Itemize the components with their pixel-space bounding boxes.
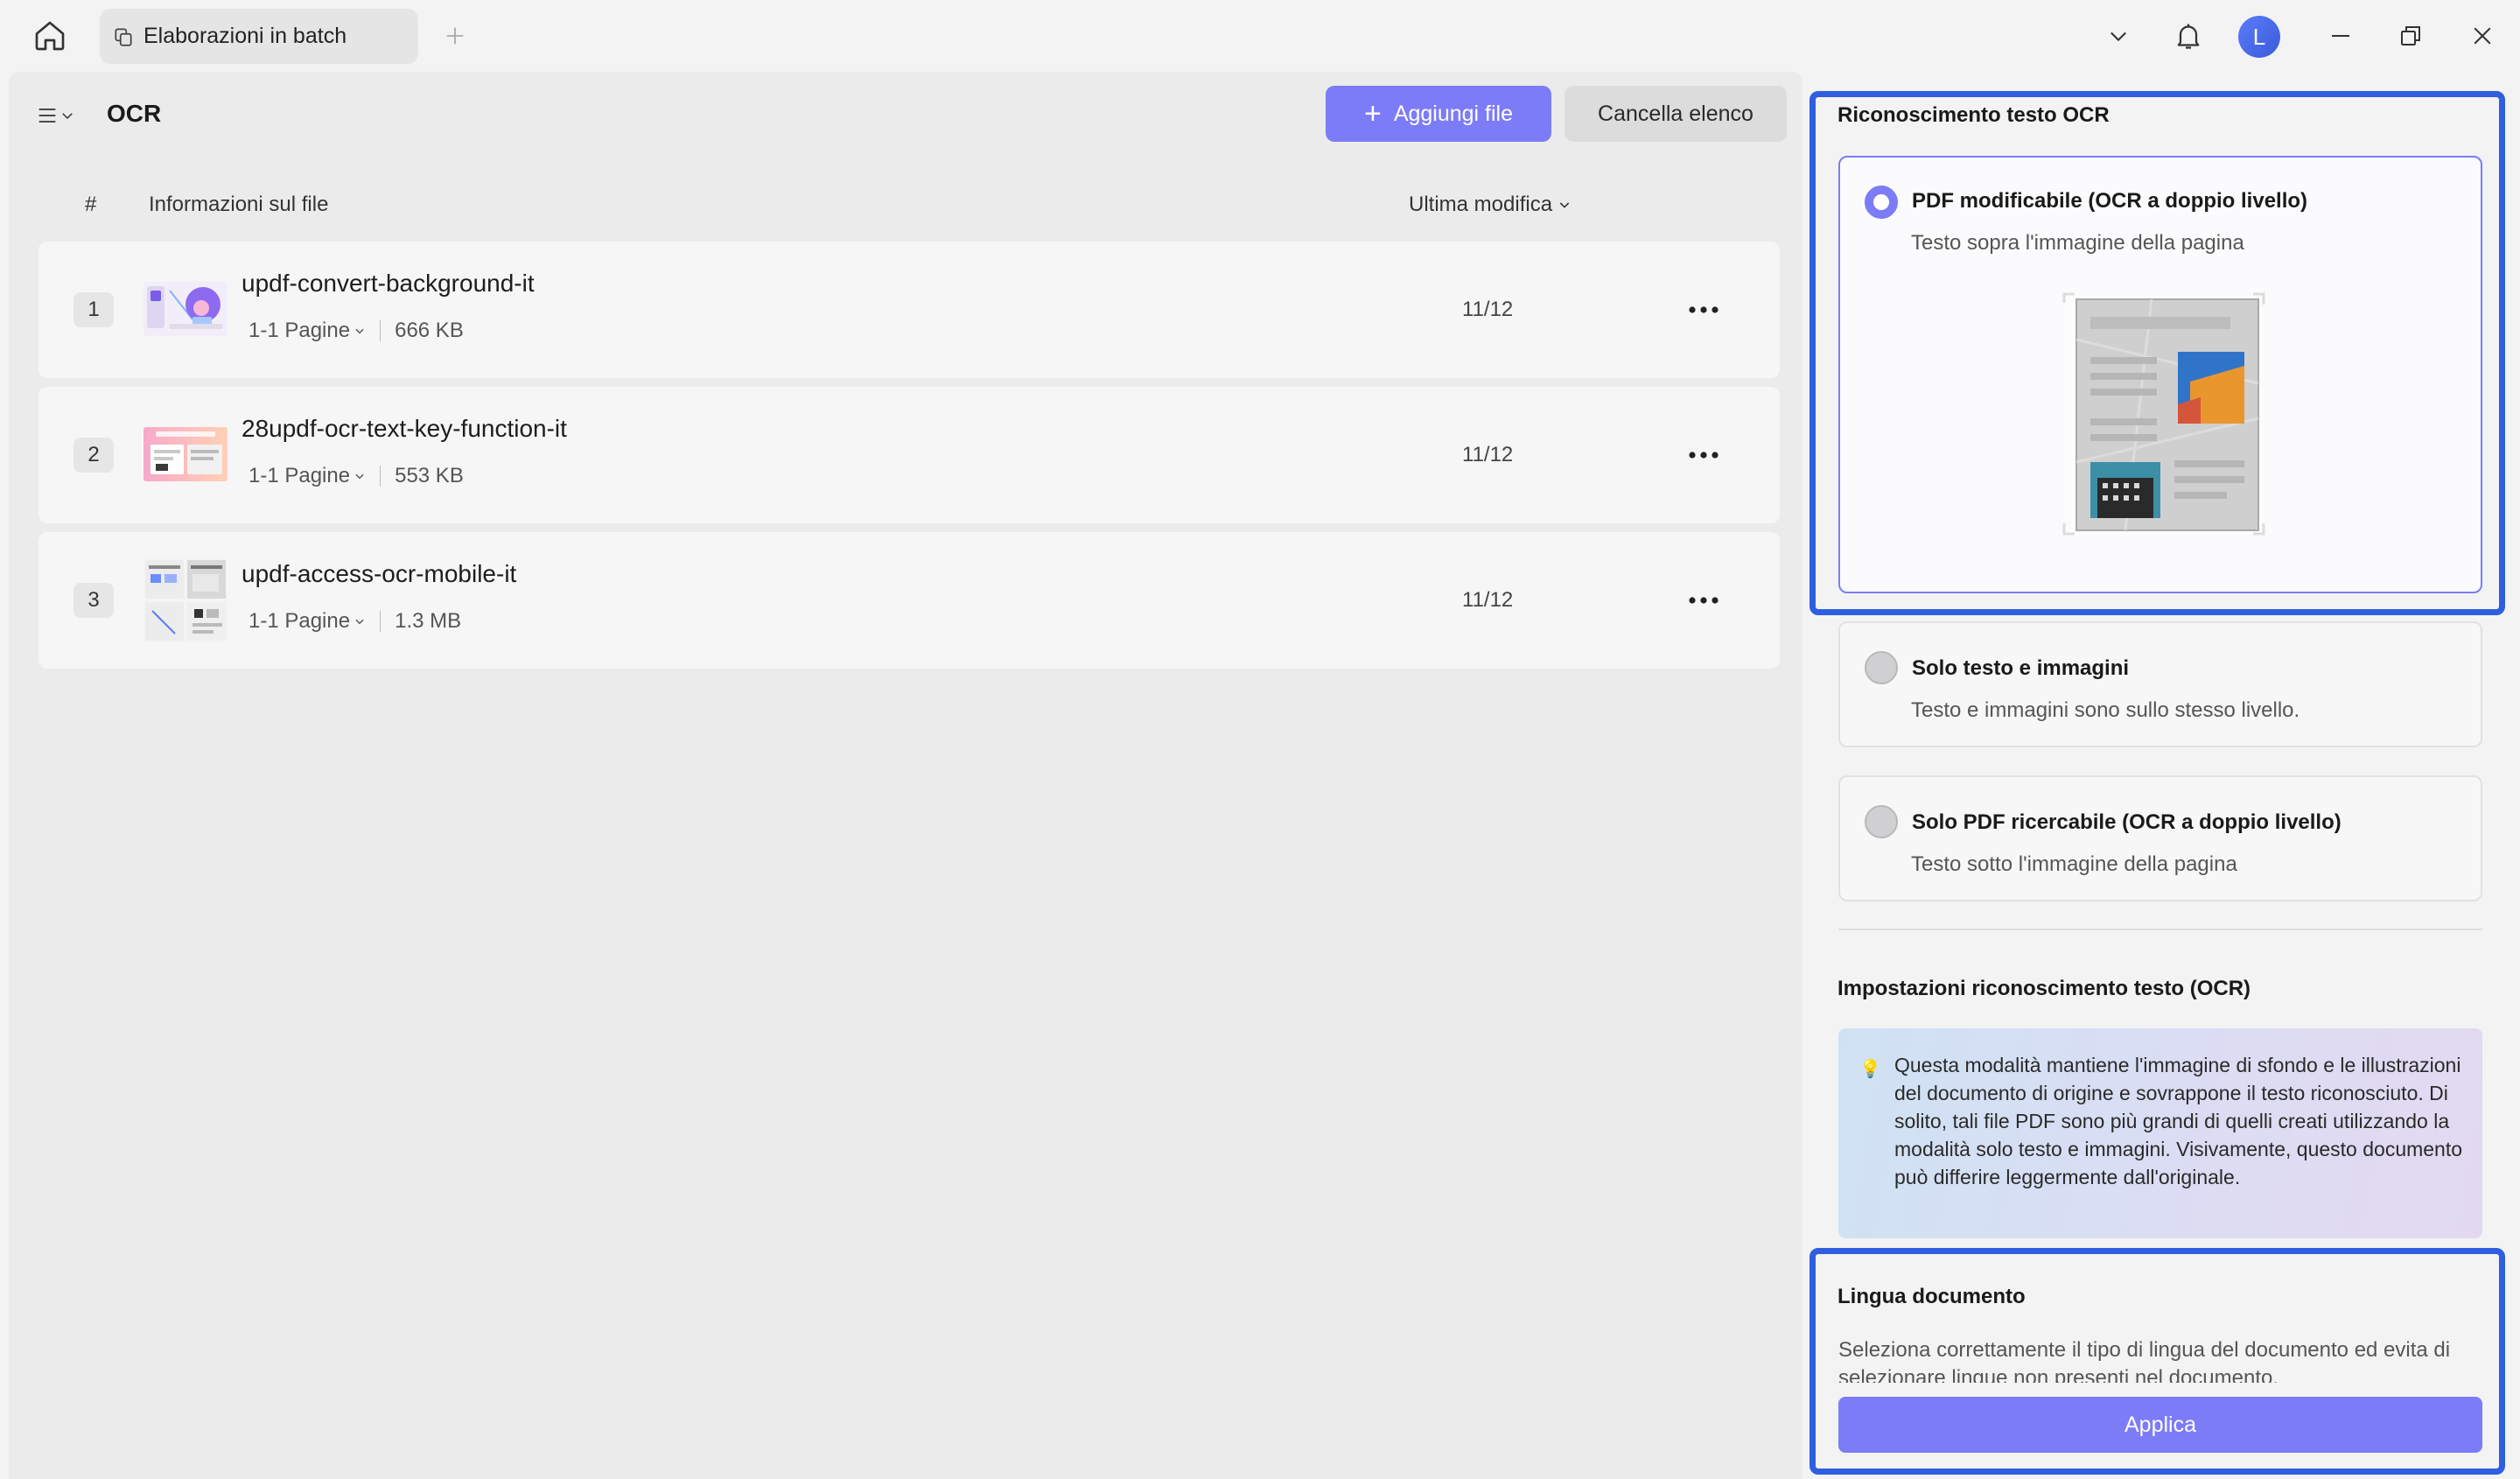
ocr-settings-title: Impostazioni riconoscimento testo (OCR) [1838, 977, 2251, 1000]
close-icon [2474, 27, 2491, 45]
bell-icon [2177, 24, 2200, 49]
more-icon [1689, 452, 1718, 459]
ocr-section-title: Riconoscimento testo OCR [1838, 103, 2110, 127]
radio-button[interactable] [1865, 805, 1898, 838]
header-file-info: Informazioni sul file [149, 193, 329, 216]
option-editable-pdf[interactable]: PDF modificabile (OCR a doppio livello) … [1838, 156, 2482, 593]
file-date: 11/12 [1462, 443, 1514, 466]
mode-info-text: Questa modalità mantiene l'immagine di s… [1894, 1054, 2463, 1188]
file-name: updf-convert-background-it [242, 270, 535, 297]
file-name: 28updf-ocr-text-key-function-it [242, 415, 567, 442]
add-file-button[interactable]: + Aggiungi file [1326, 86, 1551, 142]
file-list-panel: OCR + Aggiungi file Cancella elenco # In… [9, 72, 1802, 1479]
file-date: 11/12 [1462, 298, 1514, 321]
file-size: 666 KB [395, 319, 464, 342]
batch-icon [115, 27, 132, 46]
file-date: 11/12 [1462, 588, 1514, 612]
language-description: Seleziona correttamente il tipo di lingu… [1838, 1338, 2451, 1383]
more-options-button[interactable] [1682, 583, 1726, 618]
meta-divider [380, 320, 382, 341]
more-icon [1689, 306, 1718, 313]
meta-divider [380, 466, 382, 487]
close-button[interactable] [2460, 16, 2504, 56]
file-thumbnail [144, 427, 228, 481]
home-button[interactable] [28, 16, 72, 56]
plus-icon: + [1363, 97, 1382, 130]
file-thumbnail [144, 558, 228, 642]
page-range-dropdown[interactable]: 1-1 Pagine [248, 319, 366, 343]
chevron-down-icon [2110, 32, 2126, 42]
chevron-down-icon [355, 328, 364, 334]
section-divider [1838, 929, 2482, 930]
plus-icon [446, 27, 464, 45]
file-size: 553 KB [395, 464, 464, 487]
chevron-down-icon [355, 473, 364, 480]
apply-button[interactable]: Applica [1838, 1397, 2482, 1453]
option-searchable-pdf[interactable]: Solo PDF ricercabile (OCR a doppio livel… [1838, 775, 2482, 901]
layered-document-illustration [2062, 292, 2265, 536]
file-row[interactable]: 2 28updf-ocr-text-key-function-it 1-1 Pa… [38, 387, 1780, 523]
page-range-label: 1-1 Pagine [248, 319, 351, 342]
option-title: Solo testo e immagini [1912, 656, 2130, 680]
tab-label: Elaborazioni in batch [144, 24, 347, 48]
tabs-dropdown-button[interactable] [2096, 16, 2140, 56]
tab-batch[interactable]: Elaborazioni in batch [100, 9, 418, 64]
header-number: # [85, 193, 97, 216]
restore-button[interactable] [2389, 16, 2432, 56]
page-title: OCR [107, 100, 162, 127]
notifications-button[interactable] [2166, 16, 2210, 56]
meta-divider [380, 611, 382, 632]
page-range-dropdown[interactable]: 1-1 Pagine [248, 609, 366, 634]
menu-button[interactable] [35, 96, 84, 135]
radio-button-selected[interactable] [1865, 186, 1898, 219]
chevron-down-icon [1559, 202, 1570, 208]
home-icon [35, 21, 65, 51]
file-meta: 1-1 Pagine 1.3 MB [248, 609, 461, 634]
page-range-label: 1-1 Pagine [248, 464, 351, 487]
clear-list-button[interactable]: Cancella elenco [1564, 86, 1787, 142]
menu-icon [38, 109, 56, 123]
option-subtitle: Testo sotto l'immagine della pagina [1911, 852, 2237, 876]
page-range-dropdown[interactable]: 1-1 Pagine [248, 464, 366, 488]
file-row[interactable]: 3 updf-access-ocr-mobile-it 1-1 Pagine 1… [38, 532, 1780, 669]
add-file-label: Aggiungi file [1393, 101, 1514, 126]
restore-icon [2401, 26, 2420, 46]
more-options-button[interactable] [1682, 438, 1726, 473]
main-toolbar: OCR + Aggiungi file Cancella elenco [9, 72, 1802, 159]
more-options-button[interactable] [1682, 292, 1726, 327]
chevron-down-icon [355, 619, 364, 625]
new-tab-button[interactable] [438, 18, 472, 54]
row-index: 1 [74, 292, 114, 327]
more-icon [1689, 597, 1718, 604]
list-header: # Informazioni sul file Ultima modifica [9, 186, 1802, 224]
minimize-icon [2332, 35, 2349, 37]
row-index: 2 [74, 438, 114, 473]
page-range-label: 1-1 Pagine [248, 609, 351, 633]
chevron-down-icon [62, 113, 73, 120]
radio-button[interactable] [1865, 651, 1898, 684]
file-meta: 1-1 Pagine 553 KB [248, 464, 464, 488]
option-text-and-images[interactable]: Solo testo e immagini Testo e immagini s… [1838, 621, 2482, 747]
row-index: 3 [74, 583, 114, 618]
option-title: PDF modificabile (OCR a doppio livello) [1912, 189, 2308, 213]
file-meta: 1-1 Pagine 666 KB [248, 319, 464, 343]
file-size: 1.3 MB [395, 609, 462, 633]
header-modified-label: Ultima modifica [1409, 193, 1553, 216]
option-subtitle: Testo sopra l'immagine della pagina [1911, 231, 2244, 255]
sort-last-modified[interactable]: Ultima modifica [1409, 193, 1572, 217]
file-thumbnail [144, 282, 228, 336]
lightbulb-icon: 💡 [1859, 1060, 1881, 1079]
language-section-title: Lingua documento [1838, 1285, 2026, 1308]
file-row[interactable]: 1 updf-convert-background-it 1-1 Pagine … [38, 242, 1780, 378]
option-title: Solo PDF ricercabile (OCR a doppio livel… [1912, 810, 2342, 834]
minimize-button[interactable] [2319, 16, 2362, 56]
title-bar: Elaborazioni in batch L [0, 0, 2520, 72]
user-avatar[interactable]: L [2238, 16, 2280, 58]
mode-info-box: 💡 Questa modalità mantiene l'immagine di… [1838, 1028, 2482, 1238]
file-name: updf-access-ocr-mobile-it [242, 560, 517, 587]
option-subtitle: Testo e immagini sono sullo stesso livel… [1911, 698, 2300, 722]
